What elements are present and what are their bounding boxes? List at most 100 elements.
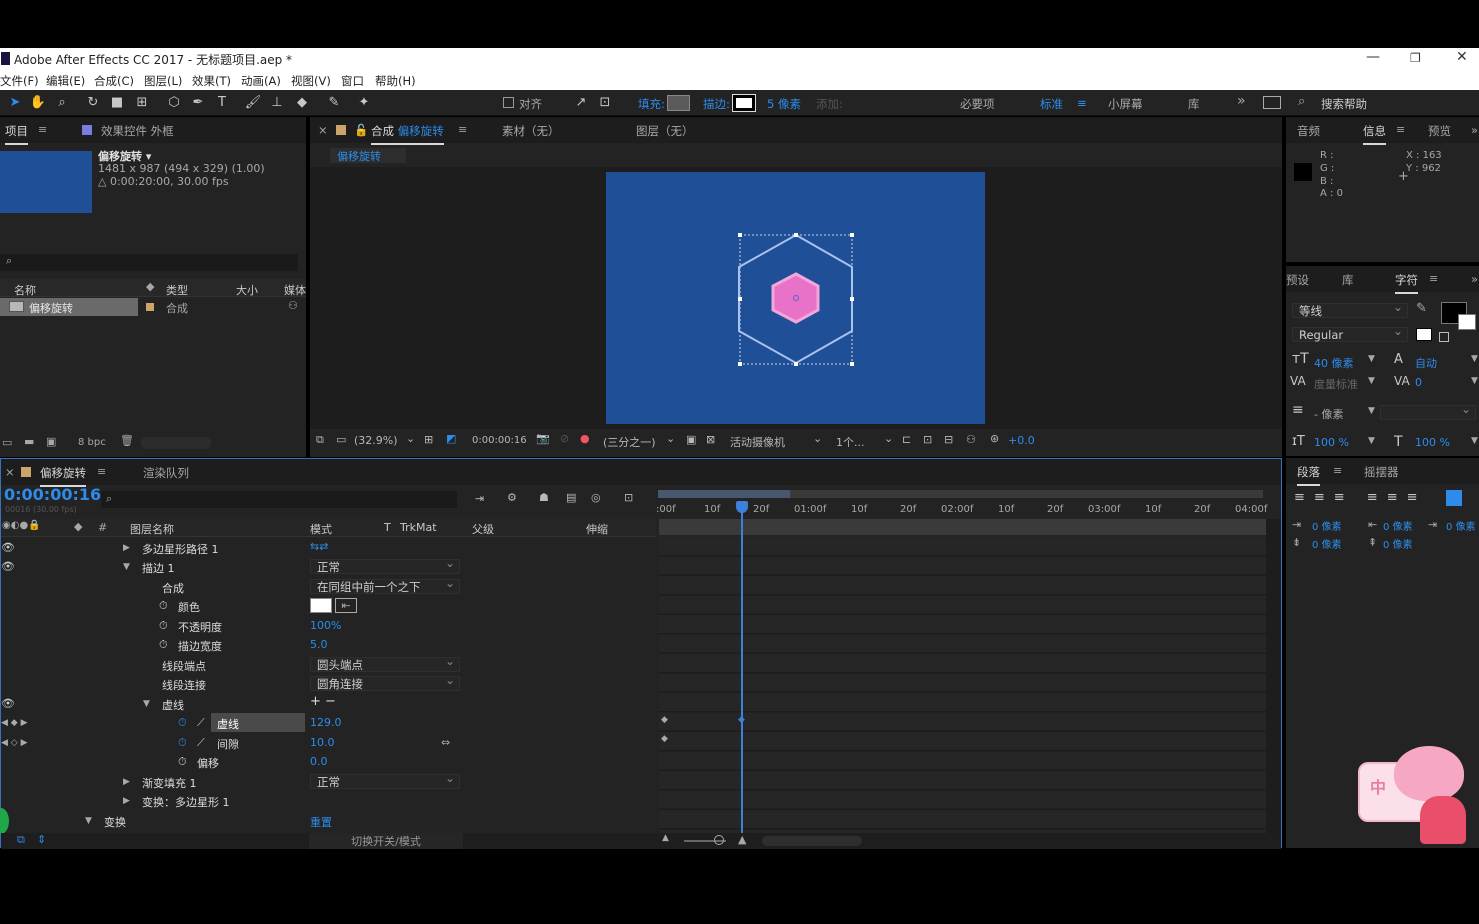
lock-icon[interactable]: 🔓 (354, 123, 368, 137)
col-parent[interactable]: 父级 (472, 521, 494, 537)
stopwatch-icon[interactable]: ⏱ (159, 599, 168, 613)
col-stretch[interactable]: 伸缩 (586, 521, 608, 537)
tab-composition[interactable]: 合成 偏移旋转 (371, 123, 444, 145)
inner-hexagon[interactable] (771, 272, 820, 324)
keyframe-start-dash[interactable]: ◆ (661, 715, 668, 725)
expand-arrow-icon[interactable]: ▼ (85, 816, 92, 826)
workspace-standard[interactable]: 标准 (1040, 96, 1063, 112)
line-join-dropdown[interactable]: 圆角连接 (310, 673, 460, 691)
always-preview-icon[interactable]: ⧉ (316, 433, 324, 447)
menu-layer[interactable]: 图层(L) (144, 73, 182, 89)
menu-effect[interactable]: 效果(T) (192, 73, 231, 89)
graph-icon[interactable]: ⟋ (197, 716, 205, 730)
tab-render-queue[interactable]: 渲染队列 (143, 465, 189, 481)
info-panel-menu-icon[interactable]: ≡ (1396, 123, 1405, 136)
stopwatch-icon[interactable]: ⏱ (159, 619, 168, 633)
property-row-transform[interactable]: ▼ 变换 重置 (0, 808, 656, 834)
property-row-polystar-path[interactable]: 👁 ▶ 多边星形路径 1 ⇆⇄ (1, 538, 656, 558)
zoom-chevron-icon[interactable]: ⌄ (406, 432, 415, 445)
zoom-slider-thumb[interactable] (714, 835, 724, 845)
search-help-input[interactable]: 搜索帮助 (1321, 96, 1367, 112)
timeline-panel-menu-icon[interactable]: ≡ (97, 465, 106, 478)
col-layer-name[interactable]: 图层名称 (130, 521, 174, 537)
clone-stamp-tool-icon[interactable]: ⊥ (268, 94, 286, 112)
more-panels-icon[interactable]: » (1471, 123, 1478, 137)
mask-visibility-icon[interactable]: ◩ (446, 432, 456, 445)
stopwatch-icon[interactable]: ⏱ (159, 638, 168, 652)
project-panel-menu-icon[interactable]: ≡ (38, 123, 47, 136)
col-size[interactable]: 大小 (236, 282, 258, 298)
minimize-button[interactable]: — (1366, 49, 1380, 65)
exposure-value[interactable]: +0.0 (1008, 434, 1035, 447)
menu-composition[interactable]: 合成(C) (94, 73, 134, 89)
tab-character[interactable]: 字符 (1395, 272, 1418, 294)
puppet-tool-icon[interactable]: ✦ (355, 94, 373, 112)
tab-layer[interactable]: 图层（无） (636, 123, 694, 139)
dash-value[interactable]: 129.0 (310, 716, 342, 729)
expand-arrow-icon[interactable]: ▶ (123, 796, 130, 806)
show-snapshot-icon[interactable]: ⊘ (560, 432, 569, 445)
shy-layers-icon[interactable]: ☗ (539, 491, 549, 504)
brush-tool-icon[interactable]: 🖌 (244, 94, 262, 112)
frame-blending-icon[interactable]: ▤ (566, 491, 576, 504)
camera-dropdown[interactable]: 活动摄像机 (730, 434, 785, 450)
leading-chevron-icon[interactable]: ▼ (1471, 354, 1478, 364)
menu-help[interactable]: 帮助(H) (375, 73, 416, 89)
region-of-interest-icon[interactable]: ▣ (686, 433, 696, 446)
gradient-blend-mode-dropdown[interactable]: 正常 (310, 771, 460, 789)
resolution-dropdown[interactable]: (三分之一) (603, 434, 656, 450)
property-row-line-join[interactable]: 线段连接 圆角连接 (1, 673, 656, 694)
flowchart-view-icon[interactable]: ⚇ (966, 433, 976, 446)
snapshot-icon[interactable]: 📷 (536, 432, 550, 445)
space-after-value[interactable]: 0 像素 (1383, 536, 1413, 551)
property-row-transform-polystar[interactable]: ▶ 变换：多边星形 1 (1, 791, 656, 811)
pan-behind-tool-icon[interactable]: ⊞ (133, 94, 151, 112)
line-cap-dropdown[interactable]: 圆头端点 (310, 654, 460, 672)
label-tag-icon[interactable]: ◆ (146, 280, 154, 293)
property-row-offset[interactable]: ⏱ 偏移 0.0 (1, 752, 656, 772)
para-panel-menu-icon[interactable]: ≡ (1333, 464, 1342, 477)
property-row-gap[interactable]: ◀ ◇ ▶ ⏱ ⟋ 间隙 10.0 ⇔ (1, 733, 656, 753)
toggle-switches-modes-button[interactable]: 切换开关/模式 (309, 833, 463, 849)
tab-footage[interactable]: 素材（无） (502, 123, 560, 139)
resolution-chevron-icon[interactable]: ⌄ (666, 432, 675, 445)
draft-3d-icon[interactable]: ⚙ (507, 491, 517, 504)
col-trkmat[interactable]: TrkMat (400, 521, 437, 534)
sync-settings-icon[interactable] (1263, 96, 1281, 109)
col-mode[interactable]: 模式 (310, 521, 332, 537)
eye-icon[interactable]: 👁 (1, 541, 15, 554)
font-style-dropdown[interactable]: Regular (1292, 324, 1408, 342)
indent-right-value[interactable]: 0 像素 (1383, 518, 1413, 533)
offset-value[interactable]: 0.0 (310, 755, 328, 768)
property-row-color[interactable]: ⏱ 颜色 ⇤ (1, 596, 656, 616)
menu-view[interactable]: 视图(V) (291, 73, 331, 89)
playhead-line[interactable] (741, 507, 743, 833)
space-before-value[interactable]: 0 像素 (1312, 536, 1342, 551)
current-time-display[interactable]: 0:00:00:16 (472, 435, 527, 446)
keyframe-nav-icon[interactable]: ◀ ◆ ▶ (1, 718, 28, 728)
comp-panel-menu-icon[interactable]: ≡ (458, 123, 467, 136)
reset-exposure-icon[interactable]: ⊛ (990, 432, 999, 445)
char-panel-menu-icon[interactable]: ≡ (1429, 272, 1438, 285)
eye-icon[interactable]: 👁 (1, 697, 15, 710)
tracking-value[interactable]: 0 (1415, 376, 1422, 389)
camera-chevron-icon[interactable]: ⌄ (813, 432, 822, 445)
expand-arrow-icon[interactable]: ▼ (143, 699, 150, 709)
tab-effect-controls[interactable]: 效果控件 外框 (101, 123, 174, 139)
interpret-footage-icon[interactable]: ▭ (2, 436, 12, 449)
keyframe-start-gap[interactable]: ◆ (661, 734, 668, 744)
tab-presets[interactable]: 预设 (1286, 272, 1309, 288)
font-family-dropdown[interactable]: 等线 (1292, 300, 1408, 318)
composite-dropdown[interactable]: 在同组中前一个之下 (310, 576, 460, 594)
channel-icon[interactable]: ● (580, 432, 590, 445)
comp-flowchart-icon[interactable]: ⧉ (17, 833, 25, 847)
timeline-vertical-scrollbar[interactable] (1266, 519, 1281, 833)
gap-value[interactable]: 10.0 (310, 736, 335, 749)
vscale-chevron-icon[interactable]: ▼ (1368, 436, 1375, 446)
toggle-pixel-icon[interactable]: ⊏ (902, 433, 911, 446)
camera-tool-icon[interactable]: ■ (108, 94, 126, 112)
tab-preview[interactable]: 预览 (1428, 123, 1451, 139)
layer-duration-bar[interactable] (659, 519, 1266, 535)
tab-project[interactable]: 项目 (5, 123, 28, 145)
property-row-dashes[interactable]: 👁 ▼ 虚线 + − (1, 694, 656, 714)
